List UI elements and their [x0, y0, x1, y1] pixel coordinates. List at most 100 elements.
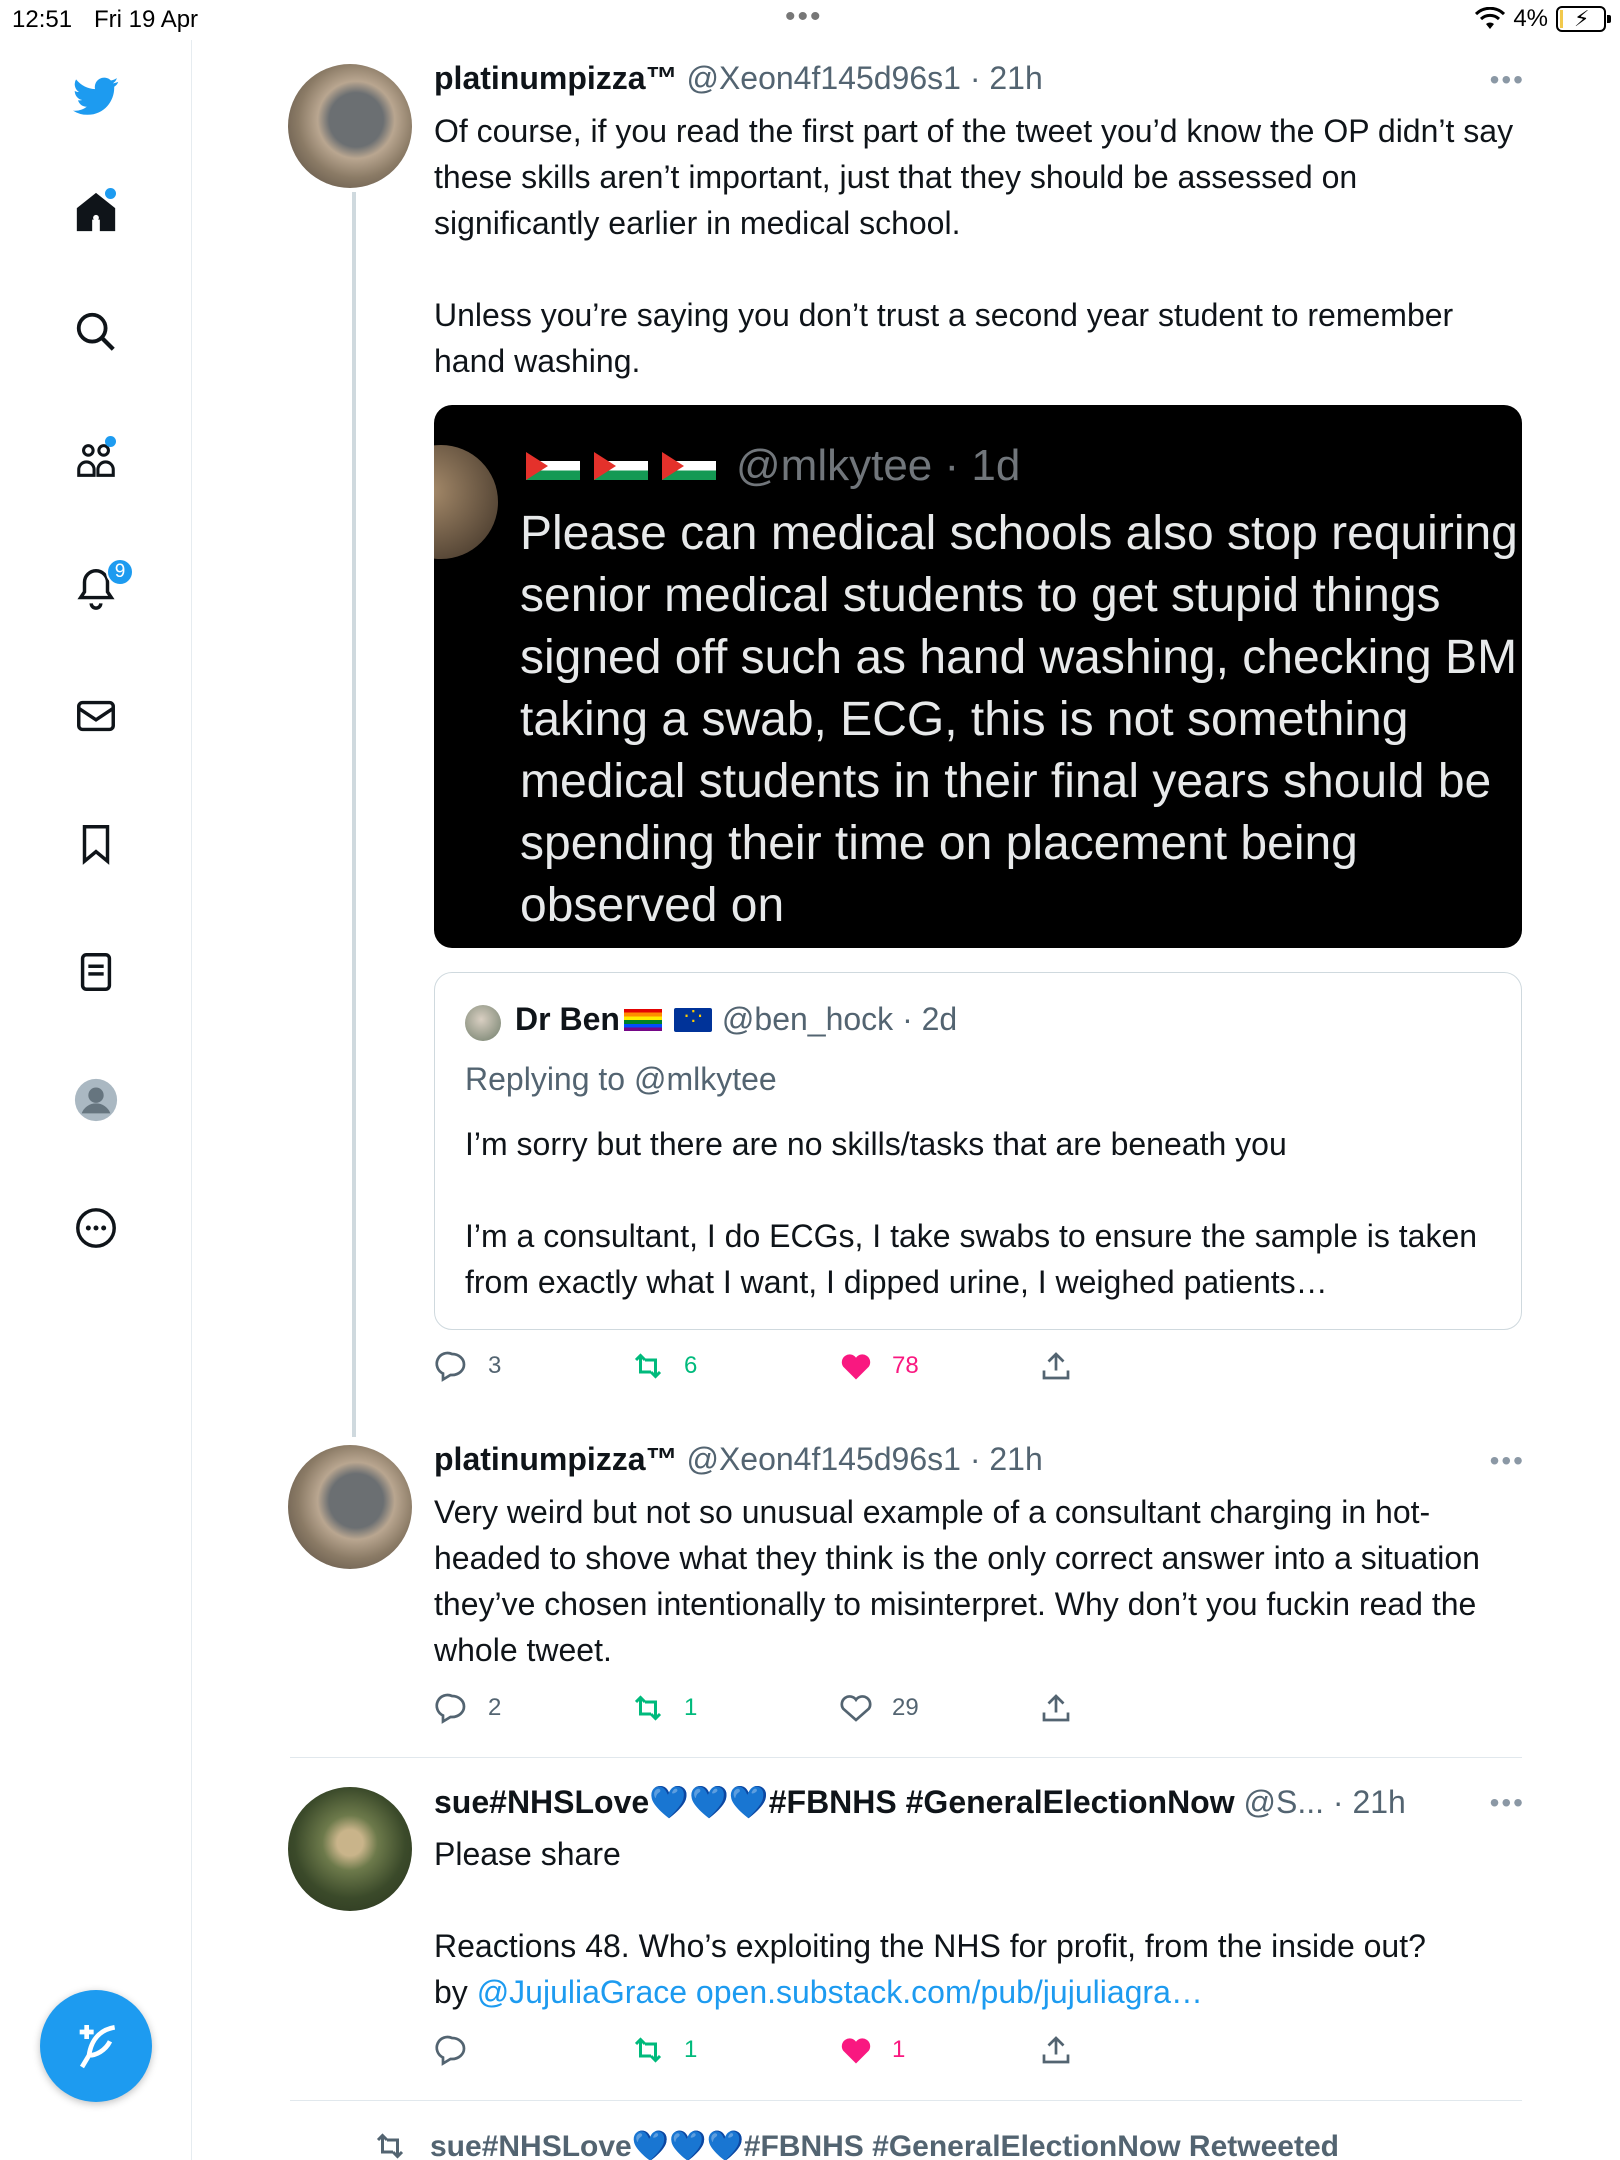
- heart-filled-icon: [841, 2038, 871, 2064]
- profile-icon[interactable]: [66, 1070, 126, 1130]
- reply-count: 3: [488, 1352, 502, 1379]
- quoted-tweet[interactable]: Dr Ben @ben_hock · 2d Replying to @mlkyt…: [434, 972, 1522, 1330]
- battery-percent: 4%: [1513, 5, 1548, 32]
- retweeted-by-row[interactable]: sue#NHSLove💙💙💙#FBNHS #GeneralElectionNow…: [372, 2128, 1339, 2160]
- tweet-text-by: by: [434, 1974, 477, 2010]
- status-right: 4% ⚡: [1475, 5, 1611, 33]
- tweet-text: Please share Reactions 48. Who’s exploit…: [434, 1831, 1514, 2015]
- battery-icon: ⚡: [1556, 6, 1611, 32]
- image-handle: @mlkytee · 1d: [736, 441, 1021, 490]
- avatar[interactable]: [288, 1787, 412, 1911]
- share-button[interactable]: [1038, 1348, 1074, 1384]
- communities-unread-dot: [105, 436, 116, 447]
- tweet-divider: [290, 2100, 1522, 2101]
- like-count: 29: [892, 1694, 919, 1721]
- home-unread-dot: [105, 188, 116, 199]
- tweet-image[interactable]: @mlkytee · 1d Please can medical schools…: [434, 405, 1522, 948]
- image-header: @mlkytee · 1d: [526, 441, 1020, 491]
- retweet-button[interactable]: 6: [630, 1348, 697, 1384]
- lists-icon[interactable]: [66, 942, 126, 1002]
- thread-connector: [352, 192, 356, 1437]
- reply-icon: [435, 1693, 466, 1724]
- reply-button[interactable]: [434, 2032, 488, 2068]
- reply-button[interactable]: 3: [434, 1348, 501, 1384]
- author-handle[interactable]: @S... · 21h: [1244, 1784, 1406, 1820]
- search-icon[interactable]: [66, 302, 126, 362]
- share-icon: [1042, 2036, 1070, 2064]
- author-handle[interactable]: @Xeon4f145d96s1 · 21h: [686, 60, 1042, 96]
- tweet-header: platinumpizza™ @Xeon4f145d96s1 · 21h: [434, 60, 1043, 97]
- reply-count: 2: [488, 1694, 502, 1721]
- reply-button[interactable]: 2: [434, 1690, 501, 1726]
- like-button[interactable]: 29: [838, 1690, 919, 1726]
- palestine-flag-icon: [594, 452, 648, 480]
- tweet-actions: 3 6 78: [434, 1348, 1374, 1388]
- url-link[interactable]: open.substack.com/pub/jujuliagra…: [696, 1974, 1203, 2010]
- sidebar: 9: [0, 40, 192, 2160]
- notifications-badge: 9: [106, 558, 134, 586]
- avatar[interactable]: [288, 64, 412, 188]
- share-button[interactable]: [1038, 1690, 1074, 1726]
- twitter-logo-icon[interactable]: [66, 66, 126, 126]
- status-bar: 12:51 Fri 19 Apr ••• 4% ⚡: [0, 0, 1620, 40]
- retweet-icon: [634, 2037, 662, 2063]
- like-button[interactable]: 1: [838, 2032, 905, 2068]
- like-button[interactable]: 78: [838, 1348, 919, 1384]
- retweet-count: 6: [684, 1352, 698, 1379]
- retweet-count: 1: [684, 1694, 698, 1721]
- heart-outline-icon: [840, 1695, 872, 1722]
- status-date: Fri 19 Apr: [94, 6, 199, 33]
- palestine-flag-icon: [662, 452, 716, 480]
- notifications-icon[interactable]: 9: [66, 558, 134, 618]
- retweet-count: 1: [684, 2036, 698, 2063]
- replying-to: Replying to @mlkytee: [465, 1061, 777, 1097]
- share-icon: [1042, 1352, 1070, 1380]
- image-avatar: [434, 445, 498, 559]
- heart-filled-icon: [841, 1354, 871, 1380]
- author-name[interactable]: sue#NHSLove💙💙💙#FBNHS #GeneralElectionNow: [434, 1784, 1235, 1820]
- status-time: 12:51: [12, 6, 73, 33]
- compose-tweet-button[interactable]: [40, 1990, 152, 2102]
- share-button[interactable]: [1038, 2032, 1074, 2068]
- retweet-icon: [634, 1353, 662, 1379]
- tweet-text: Of course, if you read the first part of…: [434, 113, 1514, 379]
- tweet-text-line: Reactions 48. Who’s exploiting the NHS f…: [434, 1928, 1426, 1964]
- home-icon[interactable]: [66, 182, 126, 242]
- reply-icon: [435, 1351, 466, 1382]
- quoted-author-name: Dr Ben: [515, 1001, 620, 1037]
- tweet-header: platinumpizza™ @Xeon4f145d96s1 · 21h: [434, 1441, 1043, 1478]
- retweet-icon: [634, 1695, 662, 1721]
- quoted-header: Dr Ben @ben_hock · 2d: [515, 1001, 957, 1038]
- author-name[interactable]: platinumpizza™: [434, 60, 678, 96]
- tweet-text-line: Please share: [434, 1836, 621, 1872]
- retweet-button[interactable]: 1: [630, 1690, 697, 1726]
- author-name[interactable]: platinumpizza™: [434, 1441, 678, 1477]
- tweet-more-icon[interactable]: •••: [1490, 64, 1525, 96]
- rainbow-flag-icon: [623, 1008, 662, 1031]
- eu-flag-icon: [673, 1002, 712, 1032]
- bookmarks-icon[interactable]: [66, 814, 126, 874]
- mention-link[interactable]: @JujuliaGrace: [477, 1974, 687, 2010]
- avatar[interactable]: [288, 1445, 412, 1569]
- tweet-more-icon[interactable]: •••: [1490, 1445, 1525, 1477]
- palestine-flag-icon: [526, 452, 580, 480]
- quoted-author-handle: @ben_hock · 2d: [721, 1001, 958, 1037]
- quoted-avatar: [465, 1005, 501, 1041]
- multitasking-dots[interactable]: •••: [785, 0, 823, 34]
- messages-icon[interactable]: [66, 686, 126, 746]
- tweet-actions: 2 1 29: [434, 1690, 1374, 1730]
- reply-icon: [435, 2035, 466, 2066]
- author-handle[interactable]: @Xeon4f145d96s1 · 21h: [686, 1441, 1042, 1477]
- more-icon[interactable]: [66, 1198, 126, 1258]
- like-count: 1: [892, 2036, 906, 2063]
- wifi-icon: [1475, 7, 1506, 29]
- tweet-actions: 1 1: [434, 2032, 1374, 2072]
- tweet-more-icon[interactable]: •••: [1490, 1787, 1525, 1819]
- feather-plus-icon: [79, 2025, 116, 2069]
- communities-icon[interactable]: [66, 430, 126, 490]
- retweeted-by-text: sue#NHSLove💙💙💙#FBNHS #GeneralElectionNow…: [430, 2129, 1339, 2160]
- quoted-text: I’m sorry but there are no skills/tasks …: [465, 1126, 1478, 1300]
- retweet-button[interactable]: 1: [630, 2032, 697, 2068]
- retweet-icon: [376, 2133, 404, 2159]
- tweet-header: sue#NHSLove💙💙💙#FBNHS #GeneralElectionNow…: [434, 1783, 1406, 1821]
